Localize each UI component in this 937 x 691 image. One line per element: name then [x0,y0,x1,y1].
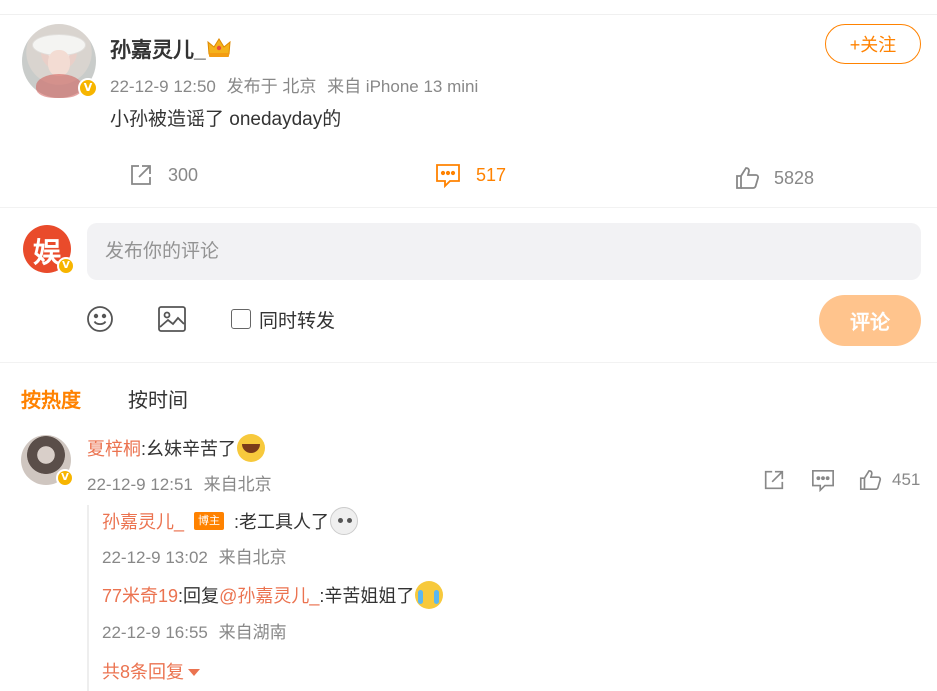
comment-body: 夏梓桐 :幺妹辛苦了 [87,434,266,462]
reply-meta: 22-12-9 16:55 来自湖南 [102,618,287,643]
comment-like-count: 451 [892,470,921,489]
crown-icon [207,38,231,57]
reply-time: 22-12-9 16:55 [102,623,208,642]
comment-button[interactable]: 517 [434,162,506,188]
crying-emoji-icon [415,581,444,609]
like-count: 5828 [774,167,815,188]
section-divider [0,207,937,208]
tab-sort-hot[interactable]: 按热度 [21,384,81,413]
laugh-cry-emoji-icon [237,434,266,462]
reply-time: 22-12-9 13:02 [102,548,208,567]
post-location: 发布于 北京 [226,77,317,96]
comment-source: 来自北京 [203,475,272,494]
author-name[interactable]: 孙嘉灵儿_ [110,34,206,64]
reply-username[interactable]: 孙嘉灵儿_ [102,508,184,534]
more-replies-link[interactable]: 共8条回复 [102,658,201,684]
follow-button[interactable]: +关注 [825,24,921,64]
comment-meta: 22-12-9 12:51 来自北京 [87,470,272,495]
like-button[interactable]: 5828 [734,165,814,191]
post-meta: 22-12-9 12:50 发布于 北京 来自 iPhone 13 mini [110,72,478,97]
comment-text: :幺妹辛苦了 [141,439,237,459]
reply-prefix: :回复 [178,586,220,606]
verified-icon: V [78,78,98,98]
tab-sort-time[interactable]: 按时间 [128,384,188,413]
reply-mention[interactable]: @孙嘉灵儿_ [219,582,319,608]
comment-time: 22-12-9 12:51 [87,475,193,494]
repost-checkbox-label[interactable]: 同时转发 [259,306,335,333]
comment-icon [436,164,460,188]
comment-input[interactable] [87,223,921,280]
like-icon [736,167,760,189]
section-divider [0,362,937,363]
my-avatar[interactable]: 娱 V [23,225,75,275]
caret-down-icon [188,669,201,676]
repost-count: 300 [168,164,199,185]
repost-checkbox[interactable] [231,309,251,329]
reply-item: 77米奇19 :回复 @孙嘉灵儿_ :辛苦姐姐了 [102,581,444,609]
post-text: 小孙被造谣了 onedayday的 [110,109,342,130]
reply-text: :辛苦姐姐了 [319,586,415,606]
comment-reply-icon[interactable] [810,468,836,492]
like-icon [859,469,882,491]
emoji-icon[interactable] [86,305,114,333]
commenter-avatar[interactable]: V [21,435,74,487]
reply-thread-line [87,505,89,691]
post-time[interactable]: 22-12-9 12:50 [110,77,216,96]
verified-icon: V [57,257,75,275]
comment-count: 517 [476,164,507,185]
reply-item: 孙嘉灵儿_ 博主 :老工具人了 [102,507,359,535]
repost-icon [131,165,151,185]
host-badge: 博主 [194,512,225,530]
reply-source: 来自湖南 [218,623,287,642]
comment-repost-icon[interactable] [762,468,786,492]
reply-source: 来自北京 [218,548,287,567]
verified-icon: V [56,469,74,487]
submit-comment-button[interactable]: 评论 [819,295,921,346]
image-icon[interactable] [157,305,187,333]
reply-username[interactable]: 77米奇19 [102,582,178,608]
repost-button[interactable]: 300 [128,162,198,188]
top-divider [0,14,937,15]
comment-username[interactable]: 夏梓桐 [87,435,141,461]
comment-like-button[interactable]: 451 [858,468,920,492]
author-avatar[interactable]: V [22,24,98,98]
reply-meta: 22-12-9 13:02 来自北京 [102,543,287,568]
cat-emoji-icon [330,507,359,535]
reply-text: :老工具人了 [234,512,330,532]
post-device: 来自 iPhone 13 mini [327,77,479,96]
